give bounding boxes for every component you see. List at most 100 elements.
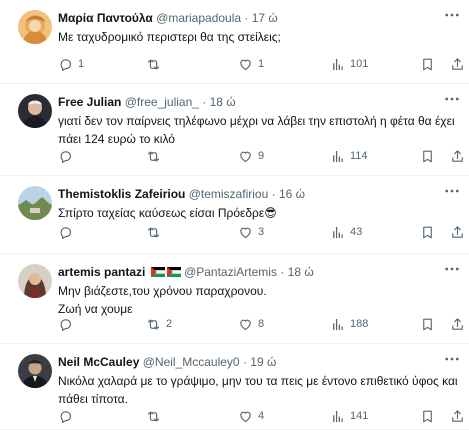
like-icon [238,409,253,424]
reply-button[interactable] [58,224,78,240]
share-icon [450,317,465,332]
reply-button[interactable] [58,408,78,424]
views-count: 188 [350,318,369,330]
share-button[interactable] [450,316,465,332]
views-button[interactable]: 188 [330,316,368,332]
like-button[interactable]: 3 [238,224,264,240]
views-count: 141 [350,410,369,422]
avatar[interactable] [18,10,52,44]
retweet-button[interactable] [146,56,166,72]
tweet-text: Νικόλα χαλαρά με το γράψιμο, μην του τα … [58,372,458,408]
more-icon [443,184,461,198]
views-button[interactable]: 101 [330,56,368,72]
avatar[interactable] [18,354,52,388]
retweet-button[interactable]: 2 [146,316,172,332]
likes-count: 1 [258,58,265,70]
flag-icon [149,265,181,279]
tweet-text-line: πάθει τίποτα. [58,392,128,406]
like-icon [238,149,253,164]
share-button[interactable] [450,408,465,424]
reply-tweet[interactable]: artemis pantazi @PantaziArtemis · 18 ώ Μη… [0,254,469,344]
more-button[interactable] [443,8,461,22]
tweet-header: Μαρία Παντούλα @mariapadoula · 17 ώ [58,10,278,26]
tweet-time[interactable]: 18 ώ [288,265,314,279]
reply-tweet[interactable]: Free Julian @free_julian_ · 18 ώ γιατί δε… [0,84,469,176]
reply-icon [58,409,73,424]
more-button[interactable] [443,352,461,366]
author-handle[interactable]: @PantaziArtemis [184,265,277,279]
views-icon [330,225,345,240]
like-button[interactable]: 9 [238,148,264,164]
likes-count: 3 [258,226,265,238]
reply-icon [58,149,73,164]
tweet-text-line: Σπίρτο ταχείας καύσεως είσαι Πρόεδρε😎 [58,206,277,220]
views-count: 101 [350,58,369,70]
tweet-time[interactable]: 18 ώ [210,95,236,109]
retweet-icon [146,225,161,240]
retweet-button[interactable] [146,408,166,424]
tweet-time[interactable]: 19 ώ [250,355,276,369]
reply-button[interactable] [58,316,78,332]
views-button[interactable]: 43 [330,224,362,240]
share-button[interactable] [450,224,465,240]
retweet-button[interactable] [146,224,166,240]
like-button[interactable]: 8 [238,316,264,332]
likes-count: 4 [258,410,265,422]
tweet-time[interactable]: 16 ώ [279,187,305,201]
bookmark-button[interactable] [420,408,435,424]
views-count: 114 [350,150,368,162]
views-icon [330,57,345,72]
more-icon [443,8,461,22]
reply-tweet[interactable]: Neil McCauley @Neil_Mccauley0 · 19 ώ Νικό… [0,344,469,430]
views-button[interactable]: 141 [330,408,368,424]
retweet-icon [146,409,161,424]
more-button[interactable] [443,184,461,198]
tweet-actions: 2 8 188 [58,316,458,332]
reply-icon [58,57,73,72]
tweet-header: Free Julian @free_julian_ · 18 ώ [58,94,236,110]
author-handle[interactable]: @free_julian_ [125,95,199,109]
tweet-text-line: Νικόλα χαλαρά με το γράψιμο, μην του τα … [58,374,458,388]
bookmark-icon [420,149,435,164]
author-name[interactable]: Free Julian [58,95,121,109]
tweet-text: γιατί δεν τον παίρνεις τηλέφωνο μέχρι να… [58,112,458,148]
author-handle[interactable]: @Neil_Mccauley0 [143,355,240,369]
avatar[interactable] [18,94,52,128]
more-button[interactable] [443,262,461,276]
retweet-icon [146,149,161,164]
bookmark-button[interactable] [420,316,435,332]
retweet-icon [146,317,161,332]
bookmark-button[interactable] [420,56,435,72]
views-count: 43 [350,226,363,238]
reply-tweet[interactable]: Μαρία Παντούλα @mariapadoula · 17 ώ Με τα… [0,0,469,84]
share-button[interactable] [450,56,465,72]
more-icon [443,92,461,106]
more-button[interactable] [443,92,461,106]
author-name[interactable]: Μαρία Παντούλα [58,11,153,25]
like-button[interactable]: 4 [238,408,264,424]
author-name[interactable]: artemis pantazi [58,265,145,279]
retweet-button[interactable] [146,148,166,164]
like-button[interactable]: 1 [238,56,264,72]
tweet-actions: 9 114 [58,148,458,164]
avatar[interactable] [18,186,52,220]
reply-button[interactable]: 1 [58,56,84,72]
author-name[interactable]: Themistoklis Zafeiriou [58,187,185,201]
reply-tweet[interactable]: Themistoklis Zafeiriou @temiszafiriou · … [0,176,469,254]
bookmark-button[interactable] [420,148,435,164]
more-icon [443,262,461,276]
tweet-time[interactable]: 17 ώ [252,11,278,25]
share-icon [450,409,465,424]
like-icon [238,225,253,240]
tweet-text-line: πάει 124 ευρώ το κιλό [58,132,175,146]
author-name[interactable]: Neil McCauley [58,355,139,369]
avatar[interactable] [18,264,52,298]
replies-count: 1 [78,58,85,70]
retweets-count: 2 [166,318,173,330]
bookmark-button[interactable] [420,224,435,240]
views-button[interactable]: 114 [330,148,368,164]
share-button[interactable] [450,148,465,164]
author-handle[interactable]: @mariapadoula [156,11,241,25]
author-handle[interactable]: @temiszafiriou [189,187,269,201]
reply-button[interactable] [58,148,78,164]
